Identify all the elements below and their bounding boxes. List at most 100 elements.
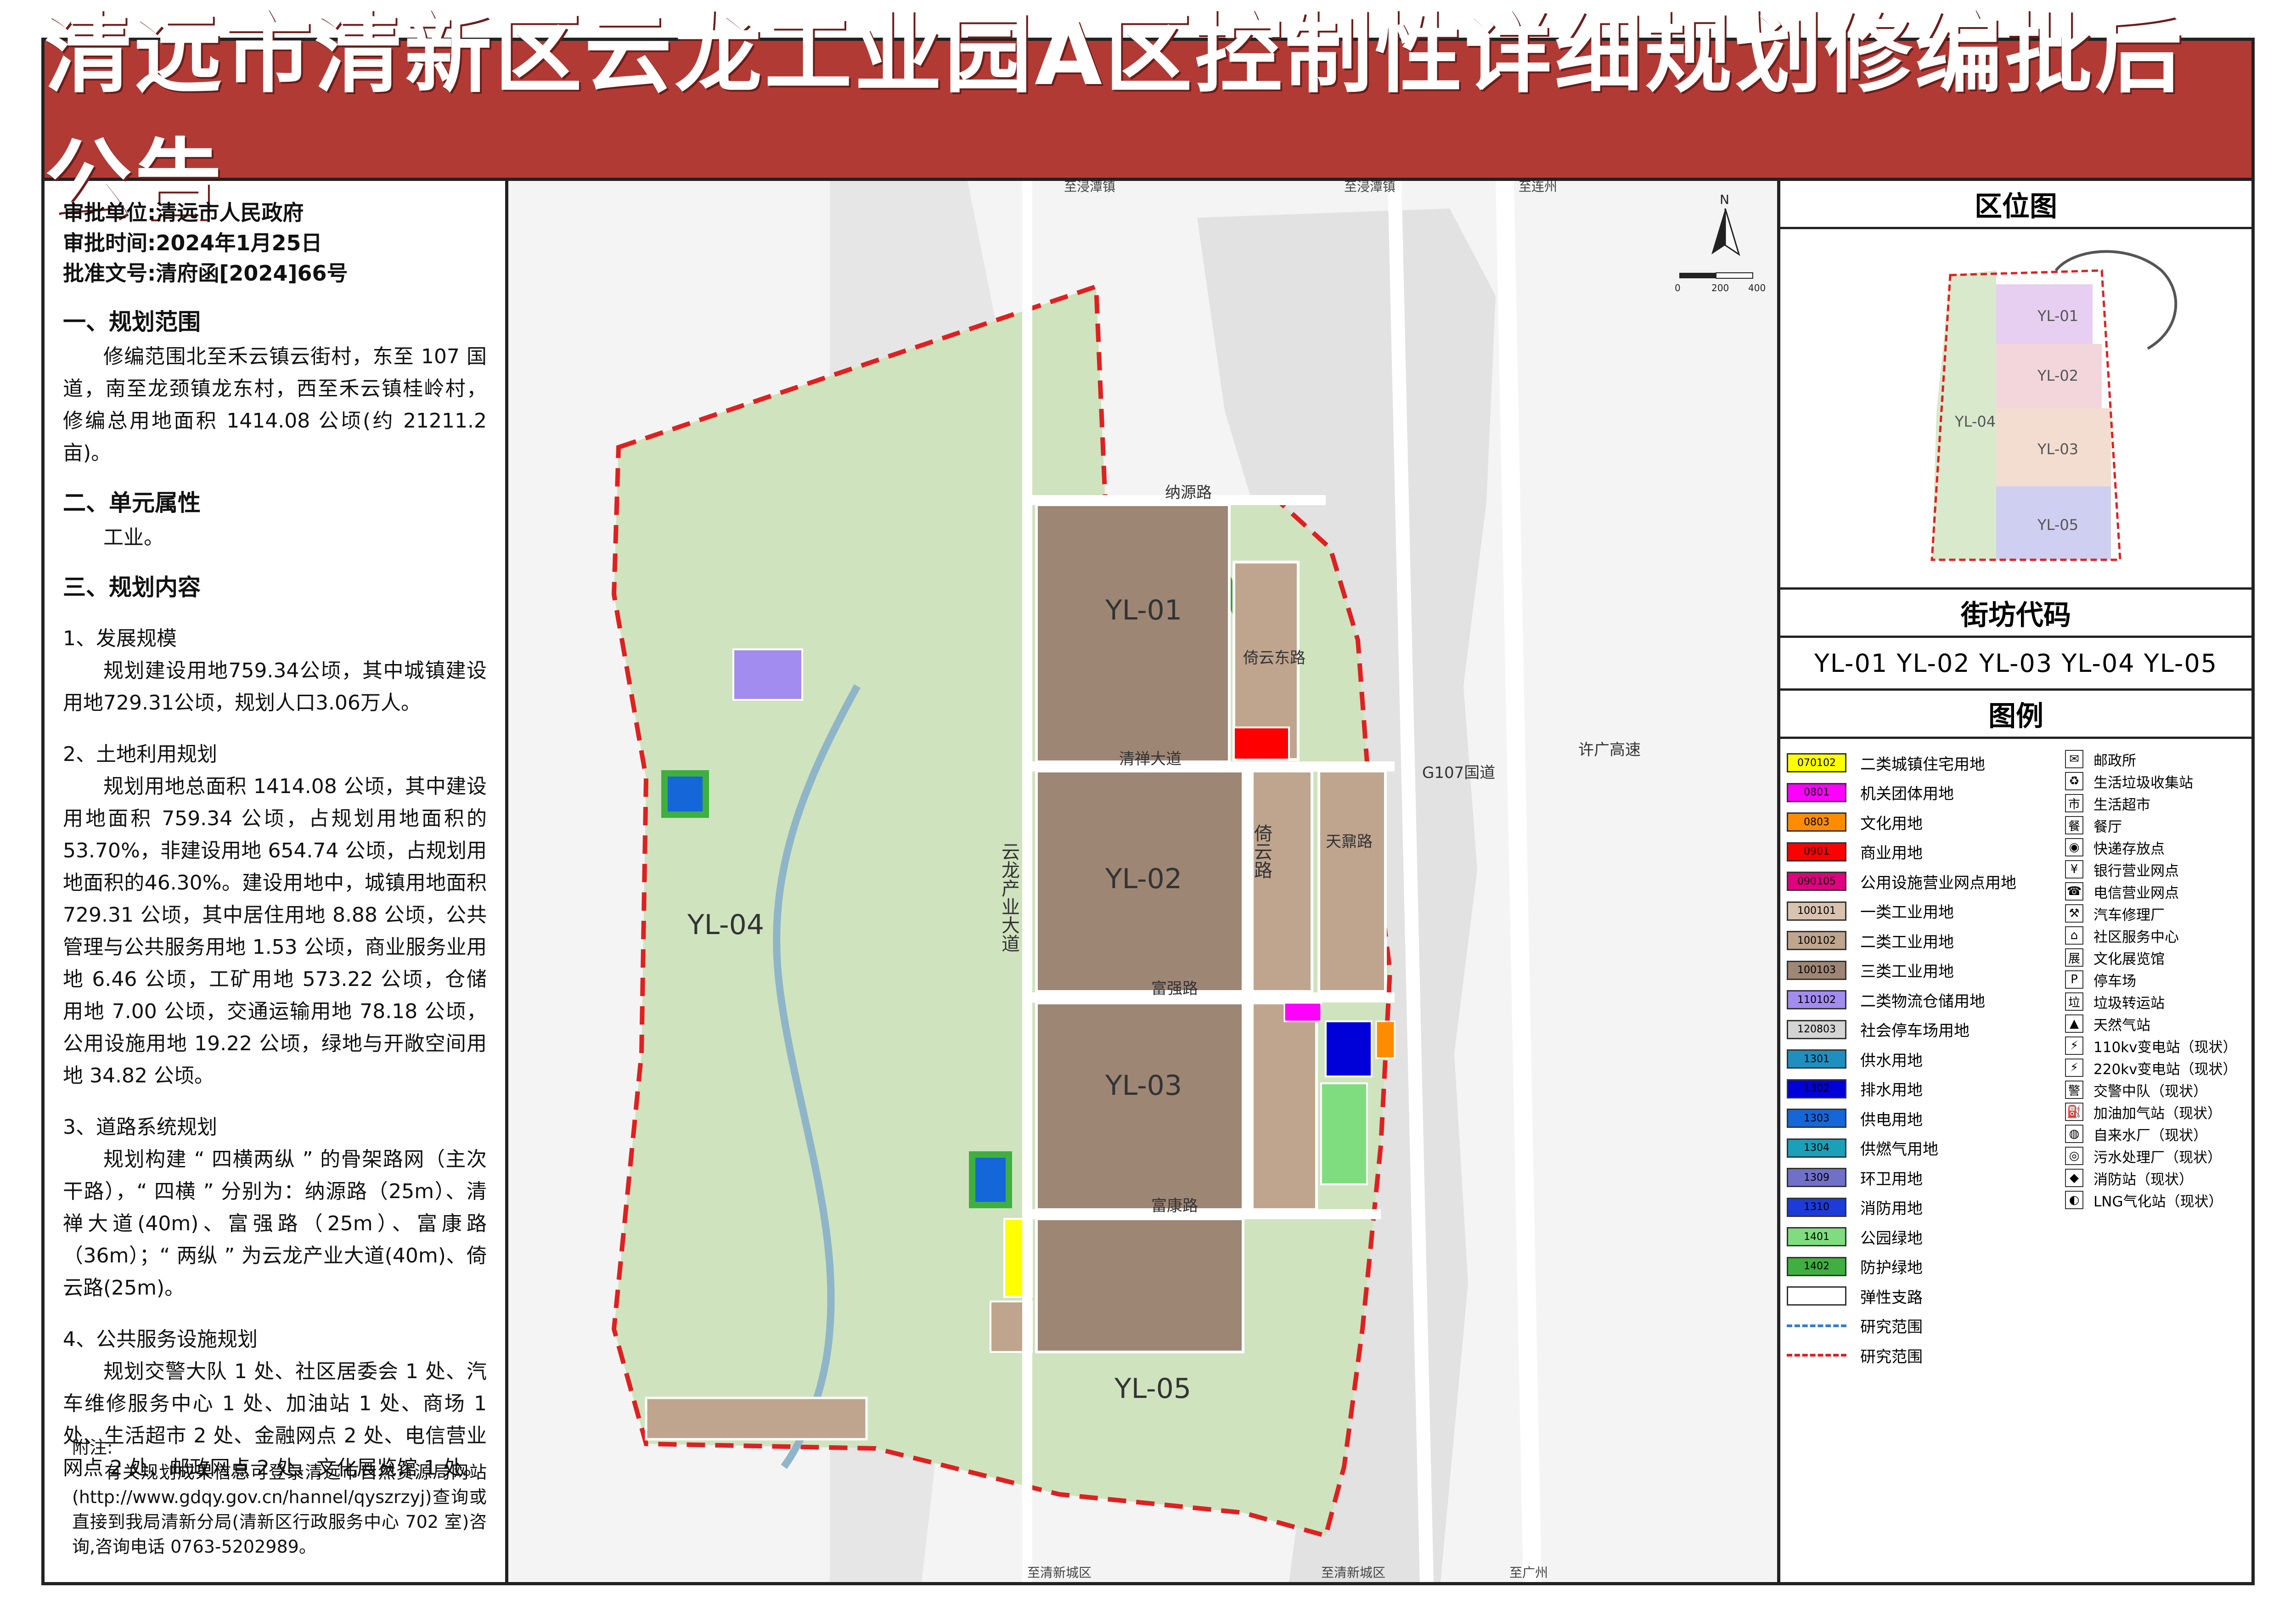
- legend-label: 文化展览馆: [2093, 951, 2165, 968]
- right-panel: 区位图 YL-01 YL-02 YL-03 YL-04 YL-05 街坊代码 Y…: [1777, 181, 2251, 1582]
- approval-time: 审批时间:2024年1月25日: [63, 231, 322, 255]
- legend-label: 停车场: [2093, 973, 2136, 990]
- parcel-yl01-main[interactable]: [1035, 503, 1231, 763]
- legend-label: 供水用地: [1860, 1051, 1923, 1070]
- main-map[interactable]: YL-01 YL-02 YL-03 YL-04 YL-05 纳源路 清禅大道 富…: [508, 179, 1777, 1583]
- map-canvas[interactable]: YL-01 YL-02 YL-03 YL-04 YL-05 纳源路 清禅大道 富…: [508, 179, 1777, 1583]
- legend-swatch: 0803: [1787, 812, 1846, 832]
- parcel-commercial[interactable]: [1233, 727, 1290, 760]
- legend-facility-11: 垃垃圾转运站: [2065, 991, 2237, 1013]
- facility-icon: ◎: [2065, 1147, 2083, 1165]
- approval-unit: 审批单位:清远市人民政府: [63, 200, 304, 225]
- parcel-yl05-main[interactable]: [1035, 1217, 1244, 1353]
- legend-facility-2: 市生活超市: [2065, 792, 2237, 814]
- dir-guangzhou: 至广州: [1509, 1565, 1548, 1580]
- legend-swatch: 070102: [1787, 753, 1846, 773]
- facility-icon: ♻: [2065, 772, 2083, 790]
- legend-label: 社会停车场用地: [1860, 1022, 1970, 1041]
- legend-swatch: 100102: [1787, 931, 1846, 951]
- location-map-title: 区位图: [1780, 181, 2251, 229]
- svg-text:YL-01: YL-01: [2037, 307, 2078, 325]
- legend-swatch: 1302: [1787, 1079, 1846, 1098]
- location-map[interactable]: YL-01 YL-02 YL-03 YL-04 YL-05: [1780, 229, 2251, 590]
- road-label-expressway: 许广高速: [1578, 741, 1641, 759]
- road-label-fukang: 富康路: [1151, 1197, 1198, 1215]
- facility-icon: 垃: [2065, 992, 2083, 1011]
- legend-facility-20: ◐ LNG气化站（现状）: [2065, 1189, 2237, 1211]
- legend-label: 防护绿地: [1860, 1259, 1923, 1278]
- legend-label: 商业用地: [1860, 844, 1923, 863]
- block-code-list: YL-01 YL-02 YL-03 YL-04 YL-05: [1780, 638, 2251, 691]
- footnote: 附注: 有关规划成果信息可登录清远市自然资源局网站(http://www.gdq…: [72, 1435, 487, 1559]
- zone-label-yl03: YL-03: [1105, 1070, 1182, 1102]
- facility-icon: ✉: [2065, 750, 2083, 768]
- dir-lianzhou: 至连州: [1519, 181, 1557, 194]
- legend-line-1: 研究范围: [1787, 1311, 2016, 1341]
- legend-item-1402: 1402 防护绿地: [1787, 1252, 2016, 1282]
- parcel-yl05-south[interactable]: [645, 1397, 868, 1441]
- subsection-scale-text: 规划建设用地759.34公顷，其中城镇建设用地729.31公顷，规划人口3.06…: [63, 659, 487, 715]
- legend-label: 供燃气用地: [1860, 1140, 1938, 1159]
- legend-label: 生活垃圾收集站: [2093, 774, 2193, 791]
- legend-item-1304: 1304 供燃气用地: [1787, 1133, 2016, 1163]
- parcel-logistics[interactable]: [732, 648, 803, 701]
- parcel-drainage[interactable]: [1325, 1020, 1373, 1077]
- legend-item-120803: 120803 社会停车场用地: [1787, 1015, 2016, 1045]
- parcel-yl02-east[interactable]: [1317, 770, 1387, 993]
- facility-icon: 展: [2065, 948, 2083, 967]
- legend-facility-14: ⚡ 220kv变电站（现状）: [2065, 1057, 2237, 1079]
- north-label: N: [1720, 192, 1729, 207]
- subsection-services-title: 4、公共服务设施规划: [63, 1328, 258, 1351]
- facility-icon: ⚒: [2065, 904, 2083, 923]
- legend-facilities: ✉ 邮政所 ♻ 生活垃圾收集站市生活超市餐餐厅 ◉ 快递存放点 ¥ 银行营业网点 ☎ 电信营业网点…: [2065, 748, 2237, 1211]
- legend-title: 图例: [1780, 691, 2251, 739]
- legend-swatch: 1309: [1787, 1168, 1846, 1188]
- approval-doc: 批准文号:清府函[2024]66号: [63, 261, 348, 286]
- legend-facility-15: 警交警中队（现状）: [2065, 1079, 2237, 1101]
- facility-icon: ◆: [2065, 1169, 2083, 1187]
- legend-label: 弹性支路: [1860, 1288, 1923, 1307]
- legend-label: 二类城镇住宅用地: [1860, 755, 1985, 774]
- footnote-label: 附注:: [72, 1437, 113, 1458]
- legend-item-110102: 110102 二类物流仓储用地: [1787, 985, 2016, 1015]
- legend-label: LNG气化站（现状）: [2093, 1193, 2223, 1210]
- legend-label: 消防站（现状）: [2093, 1171, 2193, 1188]
- legend-swatch: 100103: [1787, 960, 1846, 980]
- parcel-yl03-mid[interactable]: [1251, 1002, 1318, 1211]
- legend-facility-6: ☎ 电信营业网点: [2065, 880, 2237, 902]
- legend-item-0901: 0901 商业用地: [1787, 837, 2016, 867]
- legend-facility-7: ⚒ 汽车修理厂: [2065, 902, 2237, 924]
- parcel-power-south[interactable]: [969, 1151, 1012, 1208]
- facility-icon: ¥: [2065, 860, 2083, 879]
- facility-icon: ◍: [2065, 1125, 2083, 1143]
- legend-label: 生活超市: [2093, 796, 2150, 813]
- legend-label: 垃圾转运站: [2093, 995, 2165, 1012]
- legend-label: 供电用地: [1860, 1110, 1923, 1129]
- legend-label: 污水处理厂（现状）: [2093, 1149, 2222, 1166]
- facility-icon: P: [2065, 970, 2083, 989]
- parcel-power[interactable]: [661, 770, 709, 818]
- parcel-park-green[interactable]: [1320, 1082, 1368, 1185]
- facility-icon: ◐: [2065, 1191, 2083, 1209]
- facility-icon: ⚡: [2065, 1036, 2083, 1055]
- facility-icon: 餐: [2065, 816, 2083, 834]
- facility-icon: 警: [2065, 1081, 2083, 1099]
- svg-text:YL-04: YL-04: [1954, 413, 1996, 430]
- legend-label: 三类工业用地: [1860, 963, 1954, 981]
- facility-icon: ⌂: [2065, 926, 2083, 945]
- legend-label: 餐厅: [2093, 818, 2122, 835]
- legend-swatch: 090105: [1787, 872, 1846, 891]
- section-content-title: 三、规划内容: [63, 574, 201, 601]
- parcel-culture[interactable]: [1375, 1020, 1396, 1059]
- legend-label: 电信营业网点: [2093, 884, 2179, 901]
- legend-label: 邮政所: [2093, 752, 2136, 769]
- parcel-yl03-main[interactable]: [1035, 1002, 1244, 1211]
- facility-icon: ▲: [2065, 1014, 2083, 1033]
- zone-label-yl04: YL-04: [687, 909, 764, 941]
- zone-label-yl02: YL-02: [1105, 863, 1182, 895]
- parcel-yl02-mid[interactable]: [1251, 770, 1313, 993]
- parcel-government[interactable]: [1283, 1002, 1322, 1022]
- legend-line-swatch: [1787, 1324, 1846, 1327]
- subsection-scale-title: 1、发展规模: [63, 627, 177, 650]
- legend-item-0803: 0803 文化用地: [1787, 807, 2016, 837]
